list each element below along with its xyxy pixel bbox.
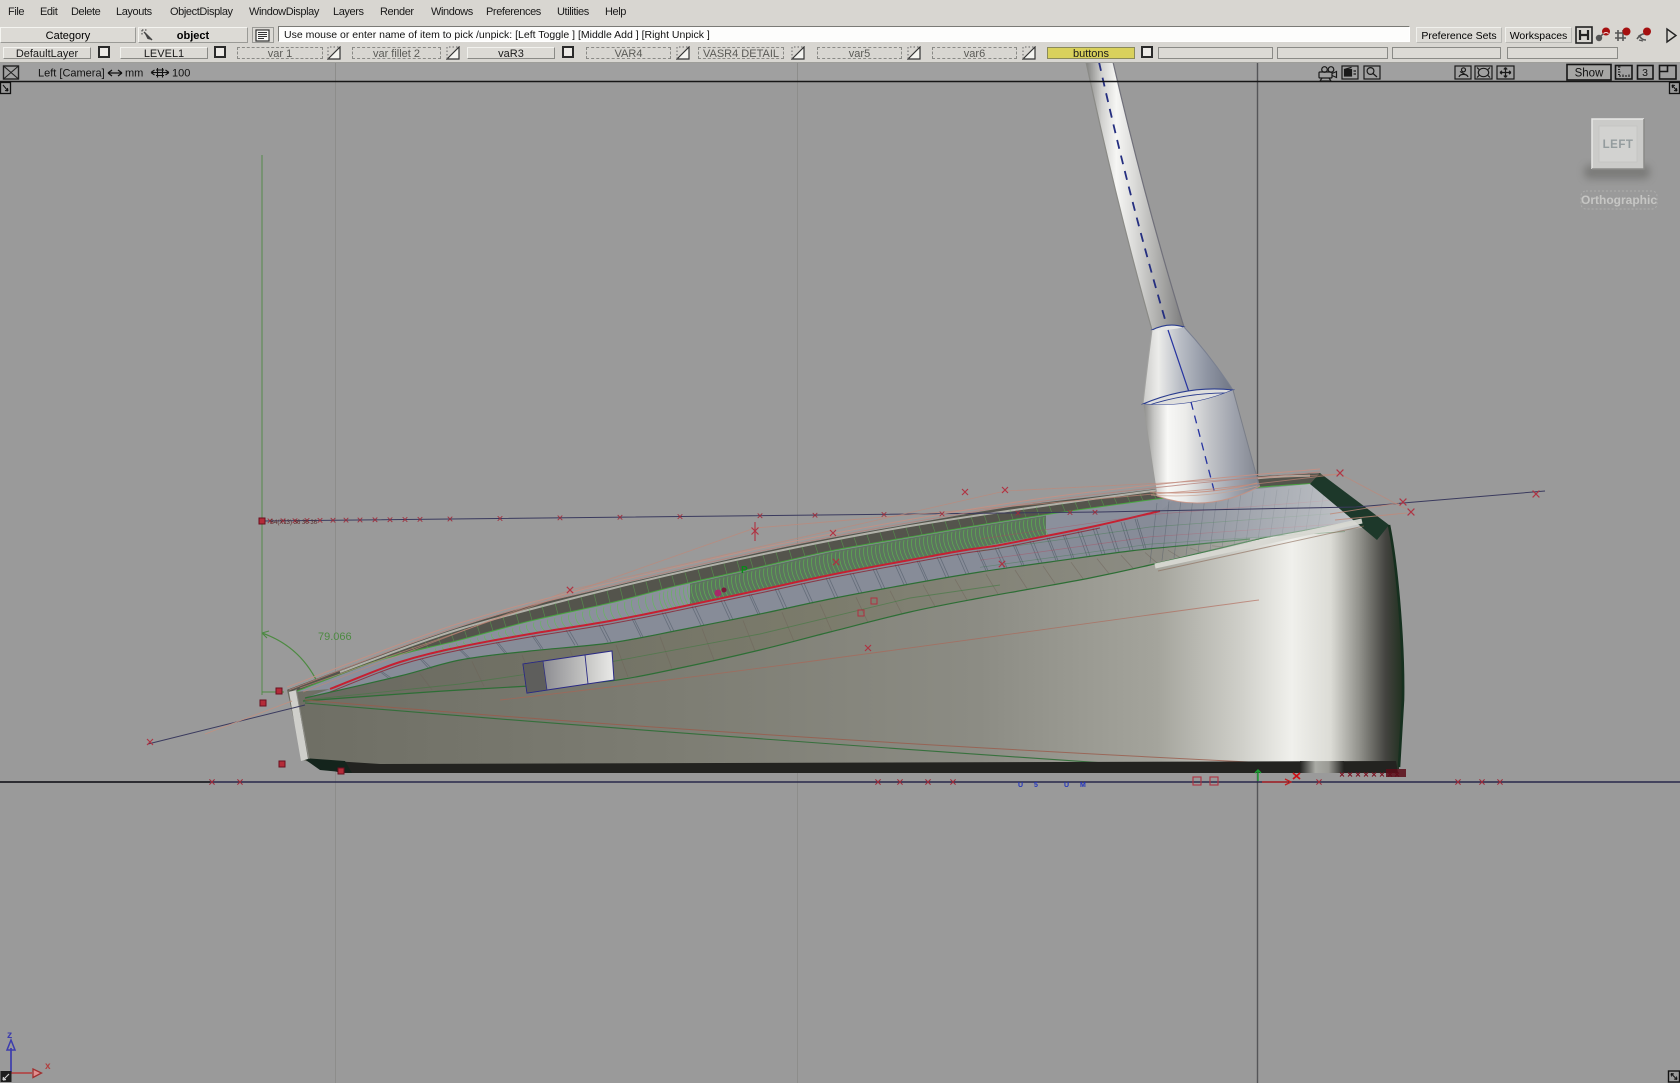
svg-text:z: z [7,1029,12,1041]
svg-text:M: M [1080,782,1086,789]
svg-text:U: U [1064,782,1069,789]
svg-text:LEFT: LEFT [1603,139,1634,151]
svg-text:3: 3 [1642,67,1648,79]
svg-text:Left [Camera]: Left [Camera] [38,68,105,80]
svg-text:Orthographic: Orthographic [1581,193,1657,207]
svg-text:U: U [1018,782,1023,789]
svg-text:x: x [45,1061,51,1072]
svg-text:Show: Show [1575,68,1604,80]
svg-text:5: 5 [1034,782,1038,789]
svg-text:100: 100 [172,68,190,80]
svg-text:B4(X13) 36 36 36: B4(X13) 36 36 36 [270,520,318,526]
svg-text:79.066: 79.066 [318,631,352,643]
svg-text:P: P [741,565,748,576]
svg-text:mm: mm [125,68,143,80]
